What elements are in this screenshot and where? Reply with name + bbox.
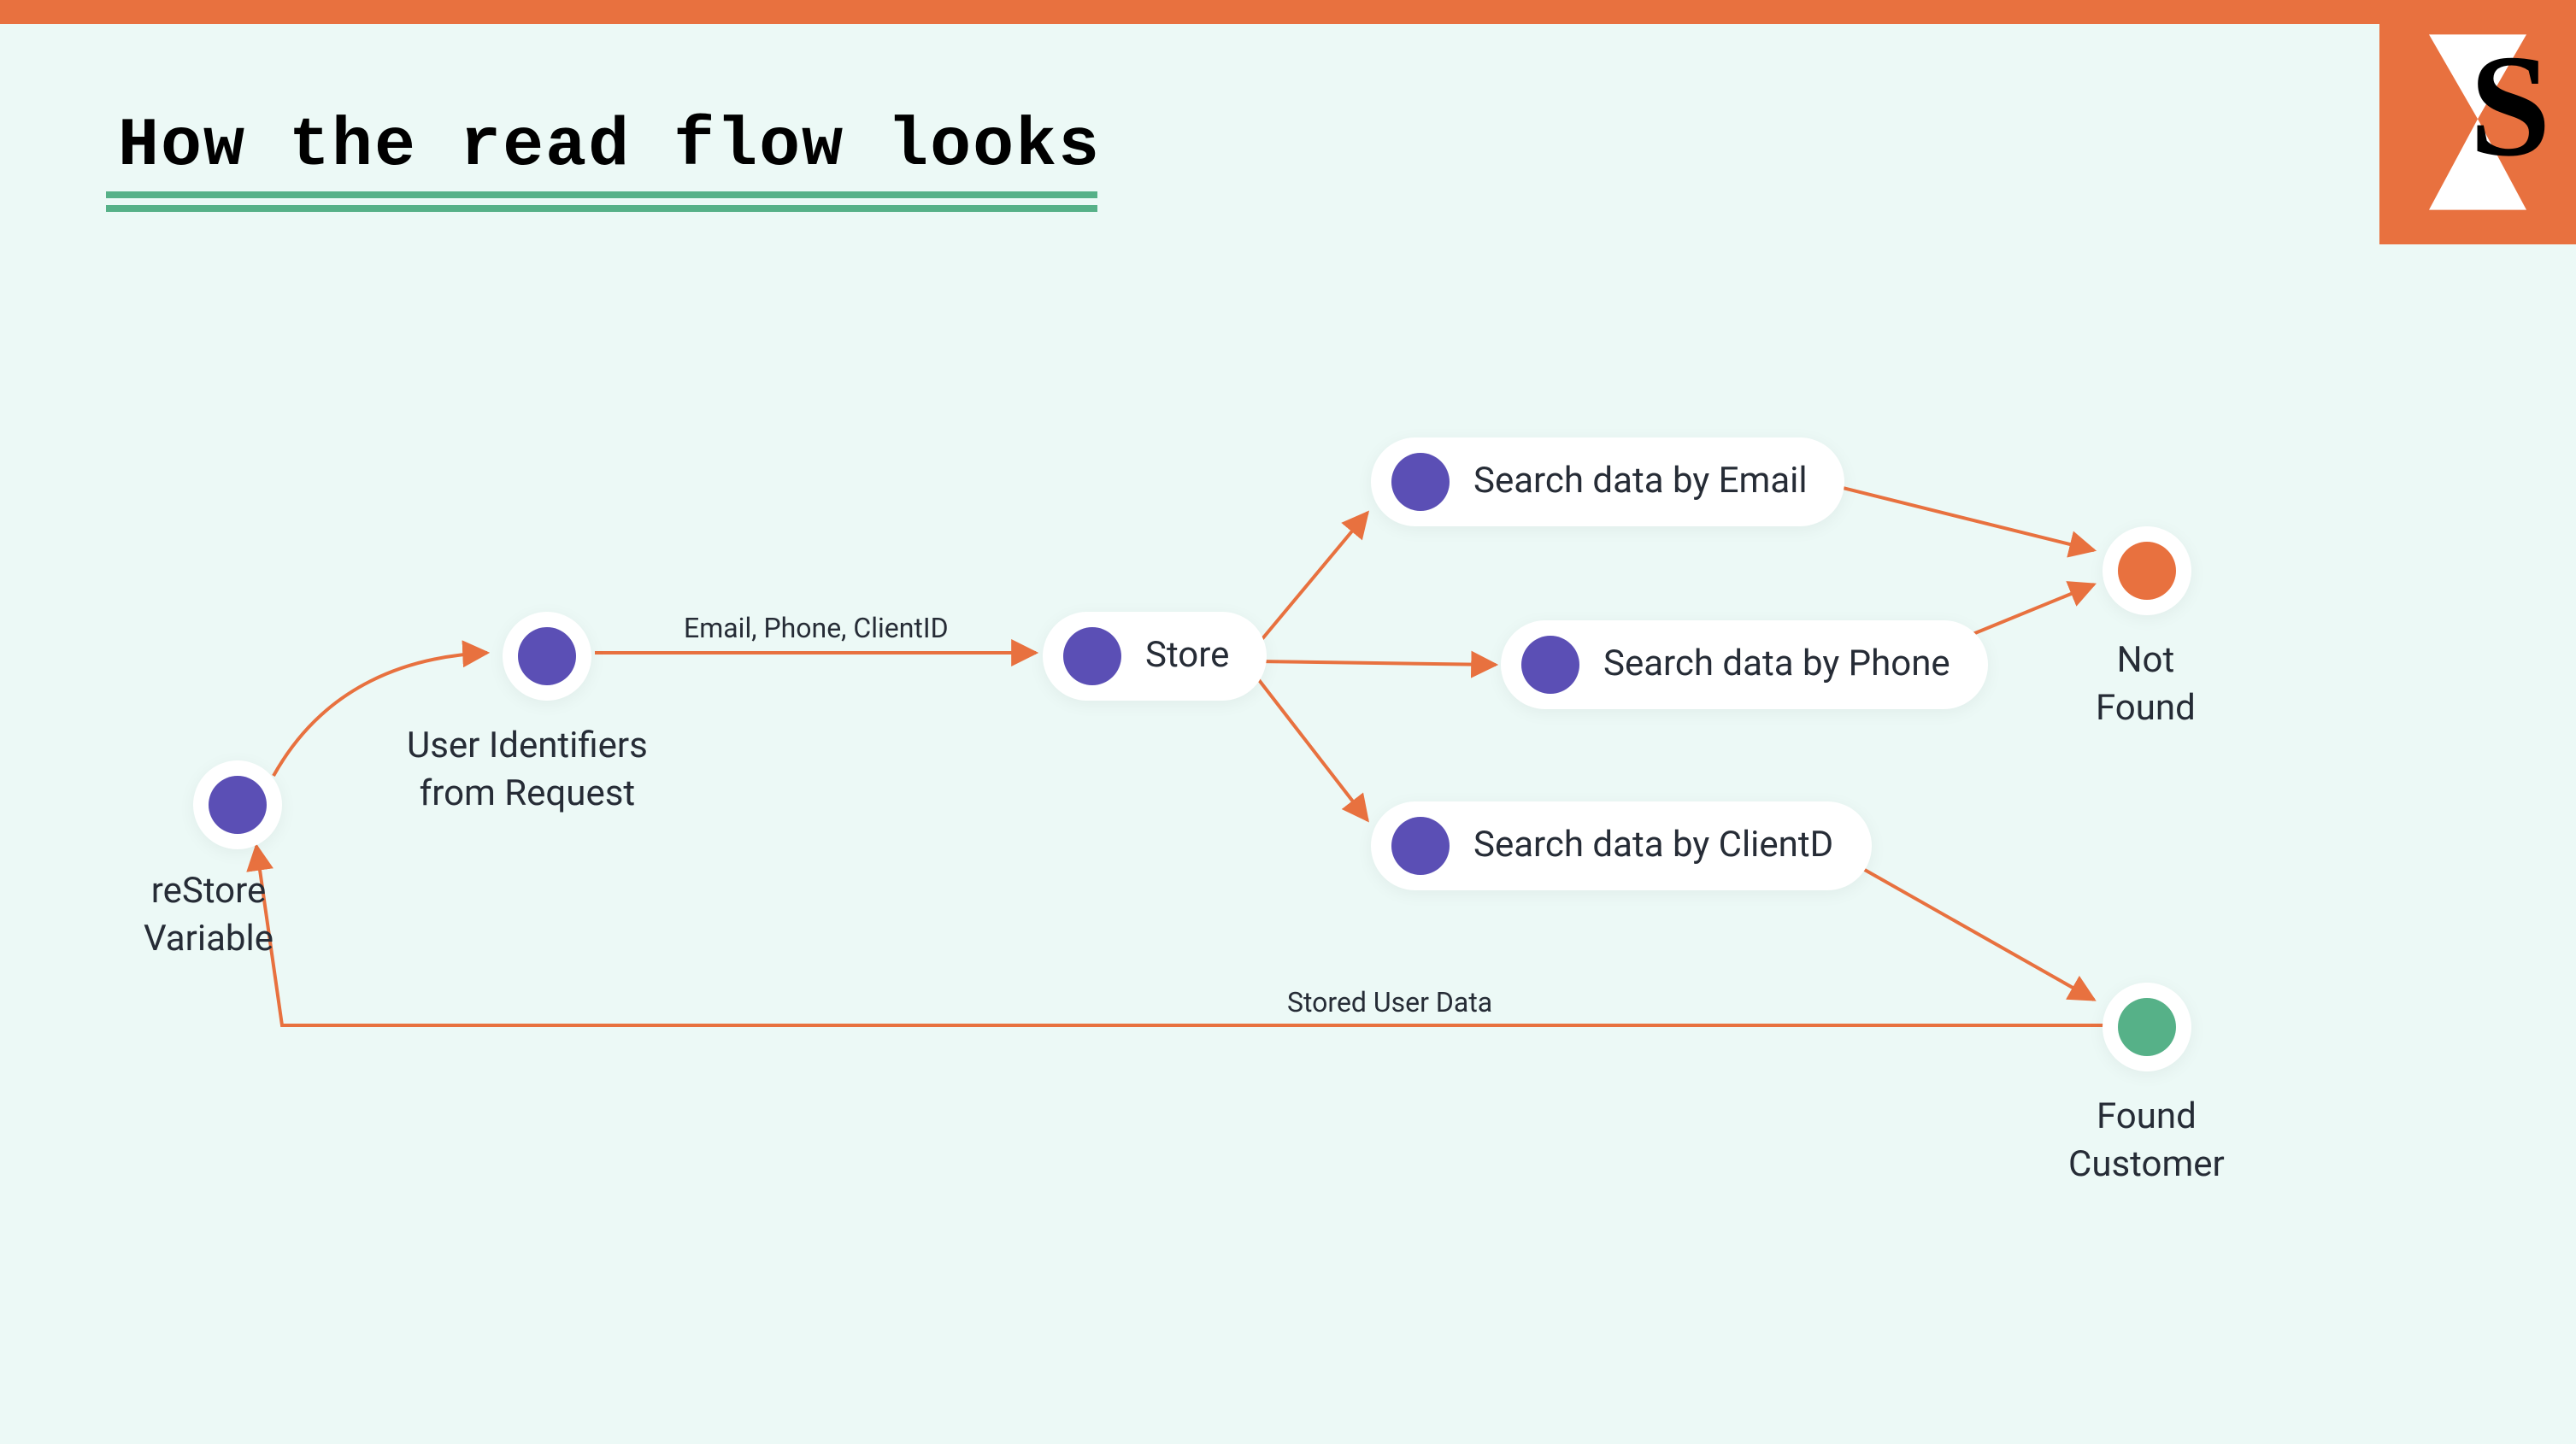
- edge-label-ids-to-store: Email, Phone, ClientID: [684, 612, 949, 644]
- node-restore: [193, 760, 282, 849]
- node-search-phone-label: Search data by Phone: [1603, 644, 1950, 685]
- node-dot-icon: [1521, 636, 1579, 694]
- node-not-found-label: Not Found: [2096, 637, 2196, 734]
- node-search-email: Search data by Email: [1371, 437, 1845, 526]
- node-search-email-label: Search data by Email: [1473, 461, 1808, 502]
- node-search-client-label: Search data by ClientD: [1473, 825, 1833, 866]
- node-dot-icon: [1391, 453, 1450, 511]
- node-store-label: Store: [1145, 636, 1229, 677]
- flow-diagram: reStore Variable User Identifiers from R…: [0, 0, 2576, 1444]
- node-dot-icon: [2118, 998, 2176, 1056]
- node-restore-label: reStore Variable: [144, 868, 273, 965]
- node-store: Store: [1043, 612, 1267, 701]
- node-dot-icon: [2118, 542, 2176, 600]
- node-dot-icon: [1391, 817, 1450, 875]
- node-dot-icon: [518, 627, 576, 685]
- node-user-identifiers-label: User Identifiers from Request: [407, 723, 648, 819]
- node-dot-icon: [1063, 627, 1121, 685]
- node-found-customer-label: Found Customer: [2068, 1094, 2225, 1190]
- edge-label-found-to-restore: Stored User Data: [1287, 986, 1492, 1018]
- node-search-phone: Search data by Phone: [1501, 620, 1988, 709]
- node-user-identifiers: [503, 612, 591, 701]
- node-not-found: [2103, 526, 2191, 615]
- node-found-customer: [2103, 983, 2191, 1071]
- node-search-client: Search data by ClientD: [1371, 801, 1871, 890]
- node-dot-icon: [209, 776, 267, 834]
